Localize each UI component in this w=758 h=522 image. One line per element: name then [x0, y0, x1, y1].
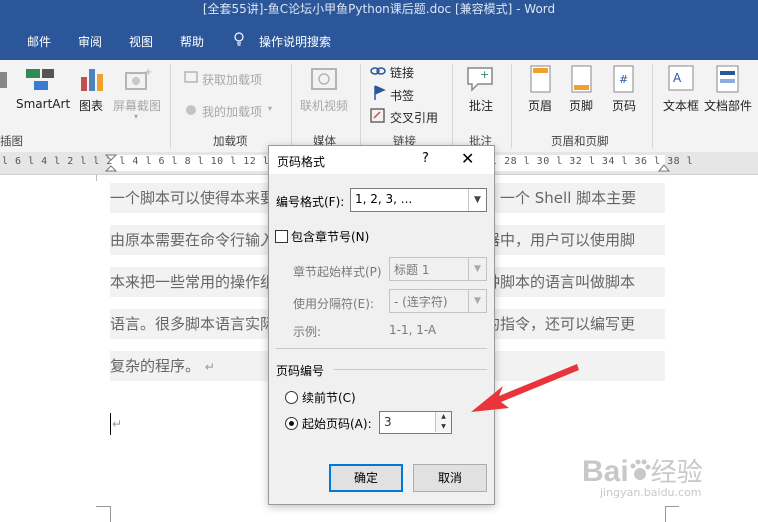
help-button[interactable]: ? — [422, 151, 429, 166]
separator — [652, 64, 653, 148]
svg-text:+: + — [144, 67, 152, 78]
tab-mailings[interactable]: 邮件 — [27, 33, 51, 50]
continue-radio[interactable] — [285, 391, 298, 404]
link-icon — [370, 67, 386, 75]
margin-corner — [96, 506, 110, 507]
separator-select[interactable]: - (连字符) ▼ — [389, 289, 487, 313]
margin-corner — [110, 506, 111, 522]
chevron-down-icon: ▾ — [268, 104, 273, 113]
chart-button[interactable]: 图表 — [79, 97, 103, 114]
example-label: 示例: — [293, 325, 322, 339]
my-addins-button[interactable]: 我的加载项 — [202, 103, 262, 120]
red-arrow-annotation — [471, 364, 579, 412]
svg-text:#: # — [619, 73, 628, 86]
group-header-footer: 页眉和页脚 — [551, 134, 609, 148]
tab-review[interactable]: 审阅 — [78, 33, 102, 50]
tell-me-search[interactable]: 操作说明搜索 — [259, 33, 331, 50]
separator — [452, 64, 453, 148]
textbox-icon[interactable]: A — [668, 65, 694, 93]
page-number-button[interactable]: 页码 — [612, 97, 636, 114]
chevron-down-icon[interactable]: ▼ — [468, 189, 486, 211]
ok-button[interactable]: 确定 — [329, 464, 403, 492]
svg-text:+: + — [480, 68, 489, 81]
example-value: 1-1, 1-A — [389, 323, 437, 337]
screenshot-icon[interactable]: + — [124, 67, 152, 93]
continue-label[interactable]: 续前节(C) — [302, 389, 356, 406]
dialog-title-bar: 页码格式 ? ✕ — [269, 146, 494, 174]
separator — [511, 64, 512, 148]
textbox-button[interactable]: 文本框 — [663, 97, 699, 114]
group-illustrations: 插图 — [0, 134, 23, 148]
number-format-select[interactable]: 1, 2, 3, ... ▼ — [350, 188, 487, 212]
separator — [170, 64, 171, 148]
empty-paragraph-mark: ↵ — [112, 417, 123, 431]
page-number-icon[interactable]: # — [613, 65, 635, 93]
include-chapter-label[interactable]: 包含章节号(N) — [291, 228, 369, 245]
bookmark-button[interactable]: 书签 — [390, 87, 414, 104]
group-addins: 加载项 — [213, 134, 248, 148]
bookmark-icon — [374, 85, 386, 100]
chapter-style-label: 章节起始样式(P) — [293, 265, 382, 279]
start-at-input[interactable]: 3 ▲ ▼ — [379, 411, 452, 434]
separator-label: 使用分隔符(E): — [293, 297, 374, 311]
link-button[interactable]: 链接 — [390, 64, 414, 81]
divider — [276, 348, 487, 349]
watermark-brand-2: 经验 — [650, 458, 703, 488]
chapter-style-select[interactable]: 标题 1 ▼ — [389, 257, 487, 281]
new-comment-button[interactable]: 批注 — [469, 97, 493, 114]
cross-reference-button[interactable]: 交叉引用 — [390, 109, 438, 126]
ribbon-tabs: 邮件 审阅 视图 帮助 操作说明搜索 — [0, 20, 758, 60]
close-button[interactable]: ✕ — [461, 149, 474, 168]
watermark-url: jingyan.baidu.com — [600, 486, 702, 499]
page-number-format-dialog: 页码格式 ? ✕ 编号格式(F): 1, 2, 3, ... ▼ 包含章节号(N… — [268, 145, 495, 505]
chevron-down-icon: ▾ — [134, 112, 139, 121]
footer-icon[interactable] — [571, 65, 593, 93]
chevron-down-icon[interactable]: ▼ — [468, 290, 486, 312]
addins-icon — [186, 105, 196, 115]
online-video-icon[interactable] — [310, 66, 338, 92]
separator — [291, 64, 292, 148]
indent-marker-icon[interactable] — [105, 154, 117, 172]
paragraph-mark: ↵ — [204, 360, 215, 374]
tab-help[interactable]: 帮助 — [180, 33, 204, 50]
online-video-button[interactable]: 联机视频 — [300, 97, 348, 114]
separator — [360, 64, 361, 148]
get-addins-button[interactable]: 获取加载项 — [202, 71, 262, 88]
watermark-brand: Bai — [582, 455, 629, 488]
header-icon[interactable] — [530, 65, 552, 93]
ribbon: SmartArt 图表 + 屏幕截图 ▾ 插图 获取加载项 我的加载项 ▾ 加载… — [0, 60, 758, 153]
text-cursor — [110, 413, 111, 435]
chevron-down-icon[interactable]: ▼ — [468, 258, 486, 280]
footer-button[interactable]: 页脚 — [569, 97, 593, 114]
store-icon — [184, 71, 198, 83]
chart-icon[interactable] — [79, 65, 105, 93]
page-numbering-label: 页码编号 — [276, 364, 325, 378]
right-indent-marker-icon[interactable] — [658, 164, 670, 172]
start-at-label[interactable]: 起始页码(A): — [302, 415, 372, 432]
margin-corner — [665, 506, 679, 507]
comment-icon[interactable]: + — [466, 66, 496, 94]
margin-corner — [96, 175, 97, 181]
document-parts-button[interactable]: 文档部件 — [704, 97, 752, 114]
header-button[interactable]: 页眉 — [528, 97, 552, 114]
paw-icon — [630, 459, 651, 480]
lightbulb-icon — [234, 32, 244, 46]
include-chapter-checkbox[interactable] — [275, 230, 288, 243]
dialog-title: 页码格式 — [277, 155, 326, 169]
margin-corner — [665, 506, 666, 522]
svg-text:A: A — [673, 71, 682, 85]
document-parts-icon[interactable] — [716, 65, 740, 93]
number-format-label: 编号格式(F): — [276, 195, 345, 209]
spin-down-icon[interactable]: ▼ — [435, 422, 451, 432]
smartart-button[interactable]: SmartArt — [16, 97, 70, 111]
window-title: [全套55讲]-鱼C论坛小甲鱼Python课后题.doc [兼容模式] - Wo… — [202, 2, 556, 16]
smartart-icon[interactable] — [24, 67, 56, 93]
tab-view[interactable]: 视图 — [129, 33, 153, 50]
window-title-bar: [全套55讲]-鱼C论坛小甲鱼Python课后题.doc [兼容模式] - Wo… — [0, 0, 758, 20]
cross-reference-icon — [370, 108, 385, 123]
shapes-icon[interactable] — [0, 68, 8, 92]
start-at-radio[interactable] — [285, 417, 298, 430]
baidu-watermark: Bai 经验 jingyan.baidu.com — [582, 452, 703, 503]
cancel-button[interactable]: 取消 — [413, 464, 487, 492]
